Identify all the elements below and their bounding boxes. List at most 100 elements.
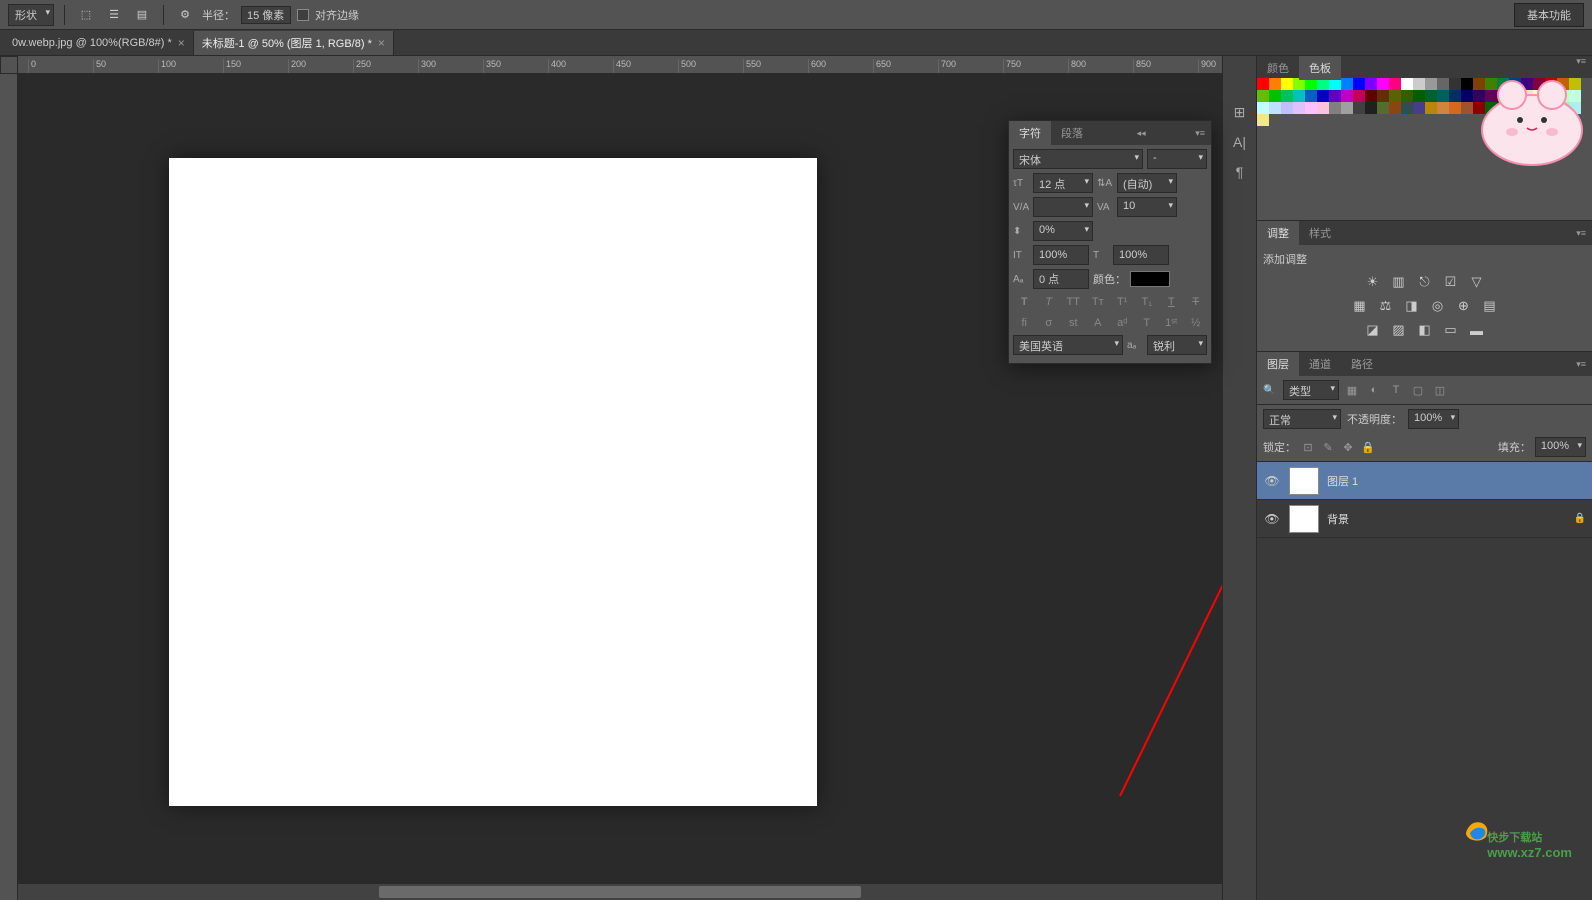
posterize-icon[interactable]: ▨ [1390, 321, 1408, 339]
color-swatch[interactable] [1413, 90, 1425, 102]
kerning-input[interactable] [1033, 197, 1093, 217]
color-swatch[interactable] [1329, 90, 1341, 102]
hscale-input[interactable] [1113, 245, 1169, 265]
channel-mixer-icon[interactable]: ⊕ [1455, 297, 1473, 315]
bold-button[interactable]: T [1013, 293, 1036, 311]
color-swatch[interactable] [1377, 78, 1389, 90]
color-swatch[interactable] [1377, 102, 1389, 114]
lock-pixels-icon[interactable]: ✎ [1320, 439, 1336, 455]
oldstyle-button[interactable]: σ [1038, 314, 1061, 332]
color-swatch[interactable] [1293, 90, 1305, 102]
brightness-icon[interactable]: ☀ [1364, 273, 1382, 291]
tab-adjustments[interactable]: 调整 [1257, 221, 1299, 245]
shape-mode-dropdown[interactable]: 形状 [8, 4, 54, 26]
color-swatch[interactable] [1545, 102, 1557, 114]
color-swatch[interactable] [1257, 114, 1269, 126]
layer-name[interactable]: 图层 1 [1327, 473, 1586, 489]
align-edges-checkbox[interactable] [297, 9, 309, 21]
smallcaps-button[interactable]: Tᴛ [1087, 293, 1110, 311]
swatches-panel-icon[interactable]: ⊞ [1226, 98, 1254, 126]
layer-name[interactable]: 背景 [1327, 511, 1566, 527]
panel-menu-icon[interactable]: ▾≡ [1570, 56, 1592, 78]
lookup-icon[interactable]: ▤ [1481, 297, 1499, 315]
ligature-button[interactable]: fi [1013, 314, 1036, 332]
lock-position-icon[interactable]: ✥ [1340, 439, 1356, 455]
collapse-icon[interactable]: ◂◂ [1131, 128, 1152, 139]
horizontal-ruler[interactable]: 0501001502002503003504004505005506006507… [18, 56, 1222, 74]
allcaps-button[interactable]: TT [1062, 293, 1085, 311]
layer-filter-dropdown[interactable]: 类型 [1283, 380, 1339, 400]
color-swatch[interactable] [1485, 78, 1497, 90]
color-swatch[interactable] [1473, 102, 1485, 114]
gear-icon[interactable]: ⚙ [174, 4, 196, 26]
document-tab[interactable]: 0w.webp.jpg @ 100%(RGB/8#) * × [4, 31, 194, 55]
strikethrough-button[interactable]: T [1185, 293, 1208, 311]
color-swatch[interactable] [1449, 78, 1461, 90]
color-swatch[interactable] [1317, 90, 1329, 102]
tab-paths[interactable]: 路径 [1341, 352, 1383, 376]
color-swatch[interactable] [1389, 102, 1401, 114]
color-swatch[interactable] [1329, 102, 1341, 114]
hue-icon[interactable]: ▦ [1351, 297, 1369, 315]
panel-menu-icon[interactable]: ▾≡ [1570, 359, 1592, 370]
visibility-icon[interactable]: 👁 [1263, 510, 1281, 528]
color-swatch[interactable] [1557, 102, 1569, 114]
close-icon[interactable]: × [378, 36, 385, 50]
color-swatch[interactable] [1509, 90, 1521, 102]
lock-all-icon[interactable]: 🔒 [1360, 439, 1376, 455]
tab-layers[interactable]: 图层 [1257, 352, 1299, 376]
opacity-input[interactable]: 100% [1408, 409, 1459, 429]
bw-icon[interactable]: ◨ [1403, 297, 1421, 315]
subscript-button[interactable]: T₁ [1136, 293, 1159, 311]
text-color-swatch[interactable] [1130, 271, 1170, 287]
color-swatch[interactable] [1389, 78, 1401, 90]
color-swatch[interactable] [1521, 78, 1533, 90]
color-swatch[interactable] [1401, 102, 1413, 114]
color-swatch[interactable] [1545, 90, 1557, 102]
blend-mode-dropdown[interactable]: 正常 [1263, 409, 1341, 429]
color-swatch[interactable] [1281, 90, 1293, 102]
font-style-dropdown[interactable]: - [1147, 149, 1207, 169]
color-swatch[interactable] [1257, 102, 1269, 114]
fill-input[interactable]: 100% [1535, 437, 1586, 457]
color-swatch[interactable] [1281, 102, 1293, 114]
superscript-button[interactable]: T¹ [1111, 293, 1134, 311]
antialiasing-dropdown[interactable]: 锐利 [1147, 335, 1207, 355]
balance-icon[interactable]: ⚖ [1377, 297, 1395, 315]
gradient-map-icon[interactable]: ▭ [1442, 321, 1460, 339]
vscale-input[interactable] [1033, 245, 1089, 265]
fractions-button[interactable]: T [1136, 314, 1159, 332]
color-swatch[interactable] [1377, 90, 1389, 102]
tab-swatches[interactable]: 色板 [1299, 56, 1341, 80]
lock-transparency-icon[interactable]: ⊡ [1300, 439, 1316, 455]
color-swatch[interactable] [1353, 90, 1365, 102]
color-swatch[interactable] [1497, 102, 1509, 114]
invert-icon[interactable]: ◪ [1364, 321, 1382, 339]
radius-input[interactable] [241, 6, 291, 24]
panel-menu-icon[interactable]: ▾≡ [1189, 128, 1211, 139]
color-swatch[interactable] [1521, 90, 1533, 102]
color-swatch[interactable] [1413, 78, 1425, 90]
color-swatch[interactable] [1461, 90, 1473, 102]
scale-input[interactable]: 0% [1033, 221, 1093, 241]
layer-row[interactable]: 👁 图层 1 [1257, 462, 1592, 500]
color-swatch[interactable] [1557, 90, 1569, 102]
1st-button[interactable]: 1ˢᵗ [1160, 314, 1183, 332]
color-swatch[interactable] [1365, 90, 1377, 102]
vertical-ruler[interactable] [0, 74, 18, 900]
half-button[interactable]: ½ [1185, 314, 1208, 332]
photo-filter-icon[interactable]: ◎ [1429, 297, 1447, 315]
color-swatch[interactable] [1413, 102, 1425, 114]
paragraph-panel-icon[interactable]: ¶ [1226, 158, 1254, 186]
font-family-dropdown[interactable]: 宋体 [1013, 149, 1143, 169]
color-swatch[interactable] [1305, 102, 1317, 114]
stylistic-button[interactable]: st [1062, 314, 1085, 332]
document-tab[interactable]: 未标题-1 @ 50% (图层 1, RGB/8) * × [194, 31, 394, 55]
tab-character[interactable]: 字符 [1009, 121, 1051, 145]
baseline-input[interactable] [1033, 269, 1089, 289]
color-swatch[interactable] [1353, 78, 1365, 90]
color-swatch[interactable] [1317, 102, 1329, 114]
tab-color[interactable]: 颜色 [1257, 56, 1299, 80]
color-swatch[interactable] [1545, 78, 1557, 90]
curves-icon[interactable]: ⎋ [1416, 273, 1434, 291]
